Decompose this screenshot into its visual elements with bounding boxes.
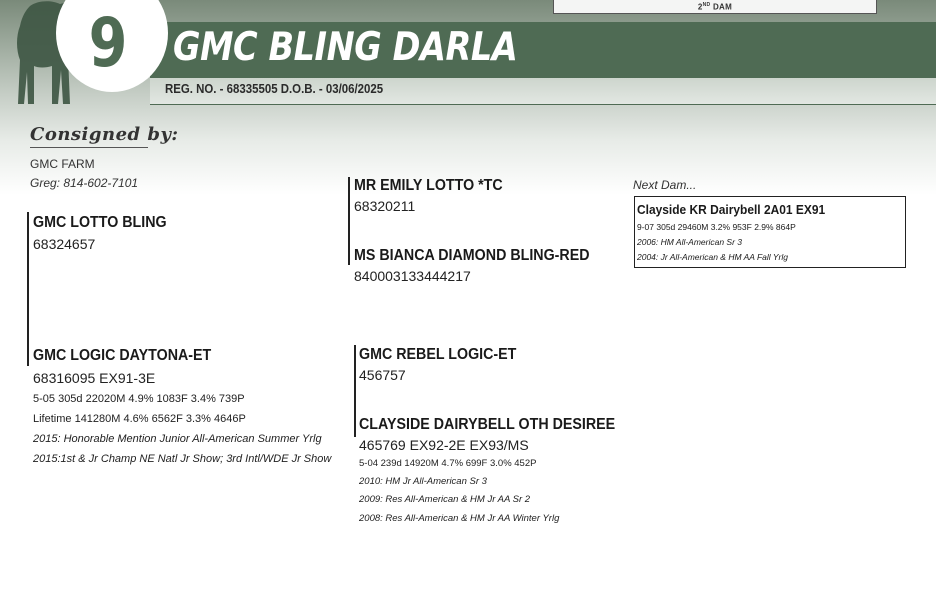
- consignor-contact: Greg: 814-602-7101: [30, 176, 139, 190]
- next-dam-record: 9-07 305d 29460M 3.2% 953F 2.9% 864P: [637, 222, 796, 232]
- next-dam-name: Clayside KR Dairybell 2A01 EX91: [637, 202, 826, 217]
- dam-dam-record: 5-04 239d 14920M 4.7% 699F 3.0% 452P: [359, 458, 537, 469]
- consignor-farm: GMC FARM: [30, 157, 95, 171]
- next-dam-honor: 2004: Jr All-American & HM AA Fall Yrlg: [637, 252, 788, 262]
- sire-sire-name: MR EMILY LOTTO *TC: [354, 177, 503, 194]
- sire-parents-bracket-line: [348, 177, 350, 265]
- dam-lifetime: Lifetime 141280M 4.6% 6562F 3.3% 4646P: [33, 413, 246, 425]
- dam-sire-name: GMC REBEL LOGIC-ET: [359, 346, 517, 363]
- dam-reg: 68316095 EX91-3E: [33, 370, 156, 386]
- second-dam-box: 2ND DAM: [553, 0, 877, 14]
- dam-dam-honor: 2008: Res All-American & HM Jr AA Winter…: [359, 513, 560, 524]
- sire-dam-name: MS BIANCA DIAMOND BLING-RED: [354, 247, 590, 264]
- sire-dam-reg: 840003133444217: [354, 268, 471, 284]
- sire-name: GMC LOTTO BLING: [33, 214, 167, 231]
- sire-sire-reg: 68320211: [354, 198, 416, 214]
- dam-dam-name: CLAYSIDE DAIRYBELL OTH DESIREE: [359, 416, 616, 433]
- dam-dam-reg: 465769 EX92-2E EX93/MS: [359, 437, 529, 453]
- dam-honor: 2015:1st & Jr Champ NE Natl Jr Show; 3rd…: [33, 453, 332, 465]
- lot-number: 9: [88, 4, 128, 83]
- dam-dam-honor: 2010: HM Jr All-American Sr 3: [359, 476, 487, 487]
- second-dam-label: 2ND DAM: [697, 2, 733, 12]
- animal-name-title: GMC BLING DARLA: [173, 25, 518, 70]
- sire-bracket-line: [27, 212, 29, 366]
- next-dam-label: Next Dam...: [633, 178, 697, 192]
- dam-dam-honor: 2009: Res All-American & HM Jr AA Sr 2: [359, 494, 531, 505]
- dam-name: GMC LOGIC DAYTONA-ET: [33, 347, 212, 364]
- dam-honor: 2015: Honorable Mention Junior All-Ameri…: [33, 433, 322, 445]
- next-dam-honor: 2006: HM All-American Sr 3: [637, 237, 743, 247]
- dam-record: 5-05 305d 22020M 4.9% 1083F 3.4% 739P: [33, 393, 245, 405]
- consigned-underline: [30, 147, 148, 148]
- dam-sire-reg: 456757: [359, 367, 406, 383]
- sire-reg: 68324657: [33, 236, 96, 252]
- consigned-by-heading: Consigned by:: [30, 124, 179, 145]
- registration-line: REG. NO. - 68335505 D.O.B. - 03/06/2025: [165, 81, 384, 96]
- dam-parents-bracket-line: [354, 345, 356, 437]
- next-dam-box: Clayside KR Dairybell 2A01 EX91 9-07 305…: [634, 196, 906, 268]
